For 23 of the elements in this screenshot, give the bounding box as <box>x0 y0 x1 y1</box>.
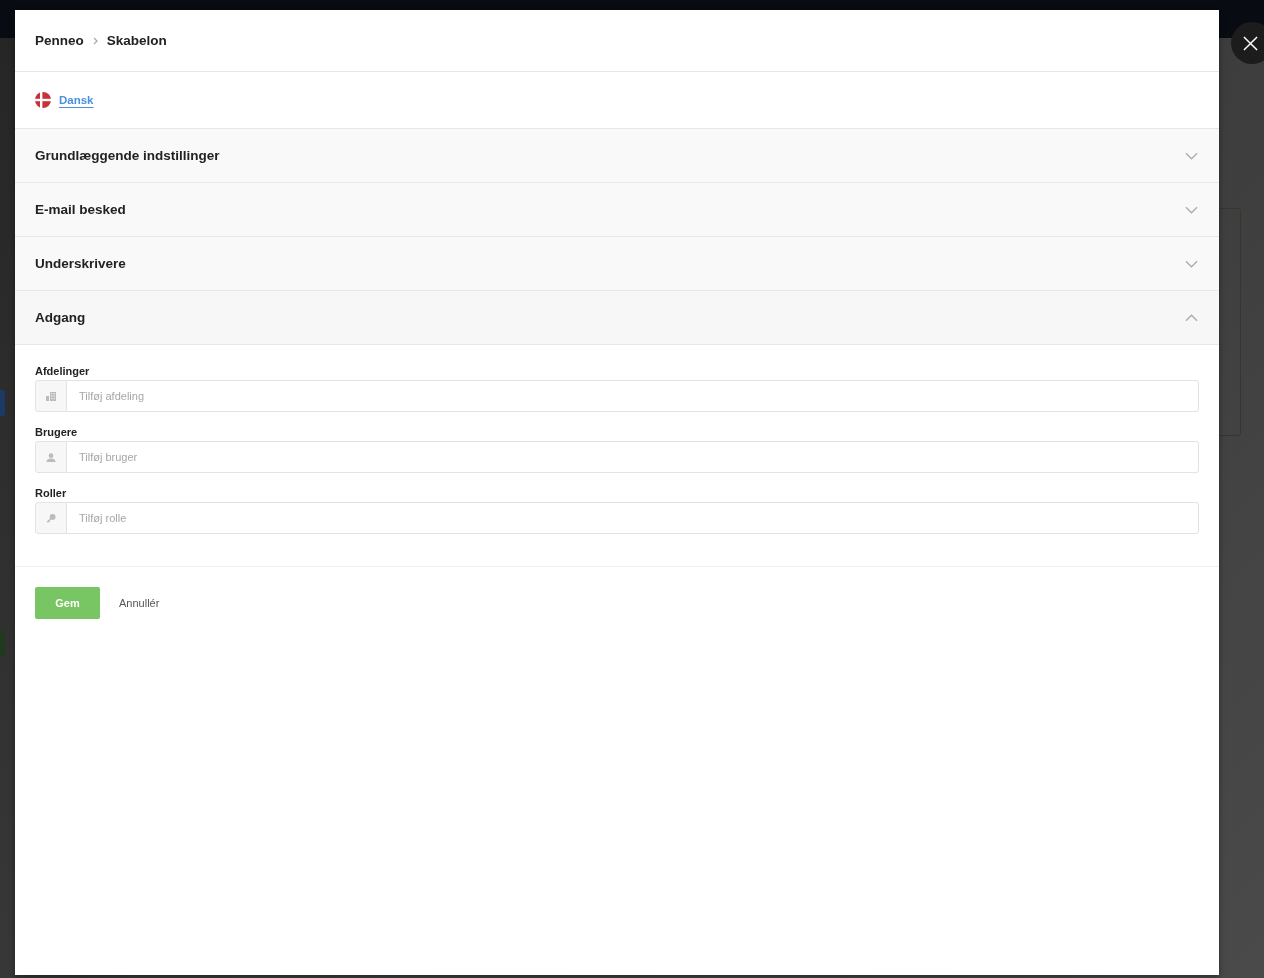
building-icon <box>46 391 56 401</box>
field-label: Afdelinger <box>35 365 91 377</box>
chevron-icon <box>92 36 98 45</box>
breadcrumb-item: Skabelon <box>106 33 167 48</box>
input-field[interactable]: Tilføj rolle <box>67 502 1199 534</box>
flag-icon <box>35 92 51 108</box>
field-label: Roller <box>35 487 68 499</box>
field-label: Brugere <box>35 426 79 438</box>
chevron-down-icon <box>1185 205 1198 214</box>
chevron-up-icon <box>1185 313 1198 322</box>
input-field[interactable]: Tilføj afdeling <box>67 380 1199 412</box>
cancel-button[interactable]: Annullér <box>119 597 160 609</box>
chevron-down-icon <box>1185 259 1198 268</box>
user-icon <box>46 452 56 462</box>
chevron-down-icon <box>1185 151 1198 160</box>
close-icon <box>1243 35 1258 51</box>
accordion-header[interactable]: Adgang <box>15 291 1219 345</box>
breadcrumb-item[interactable]: Penneo <box>35 33 84 48</box>
accordion-header[interactable]: Underskrivere <box>15 237 1219 291</box>
accordion-header[interactable]: Grundlæggende indstillinger <box>15 129 1219 183</box>
key-icon <box>46 513 56 523</box>
input-field[interactable]: Tilføj bruger <box>67 441 1199 473</box>
accordion-header[interactable]: E-mail besked <box>15 183 1219 237</box>
